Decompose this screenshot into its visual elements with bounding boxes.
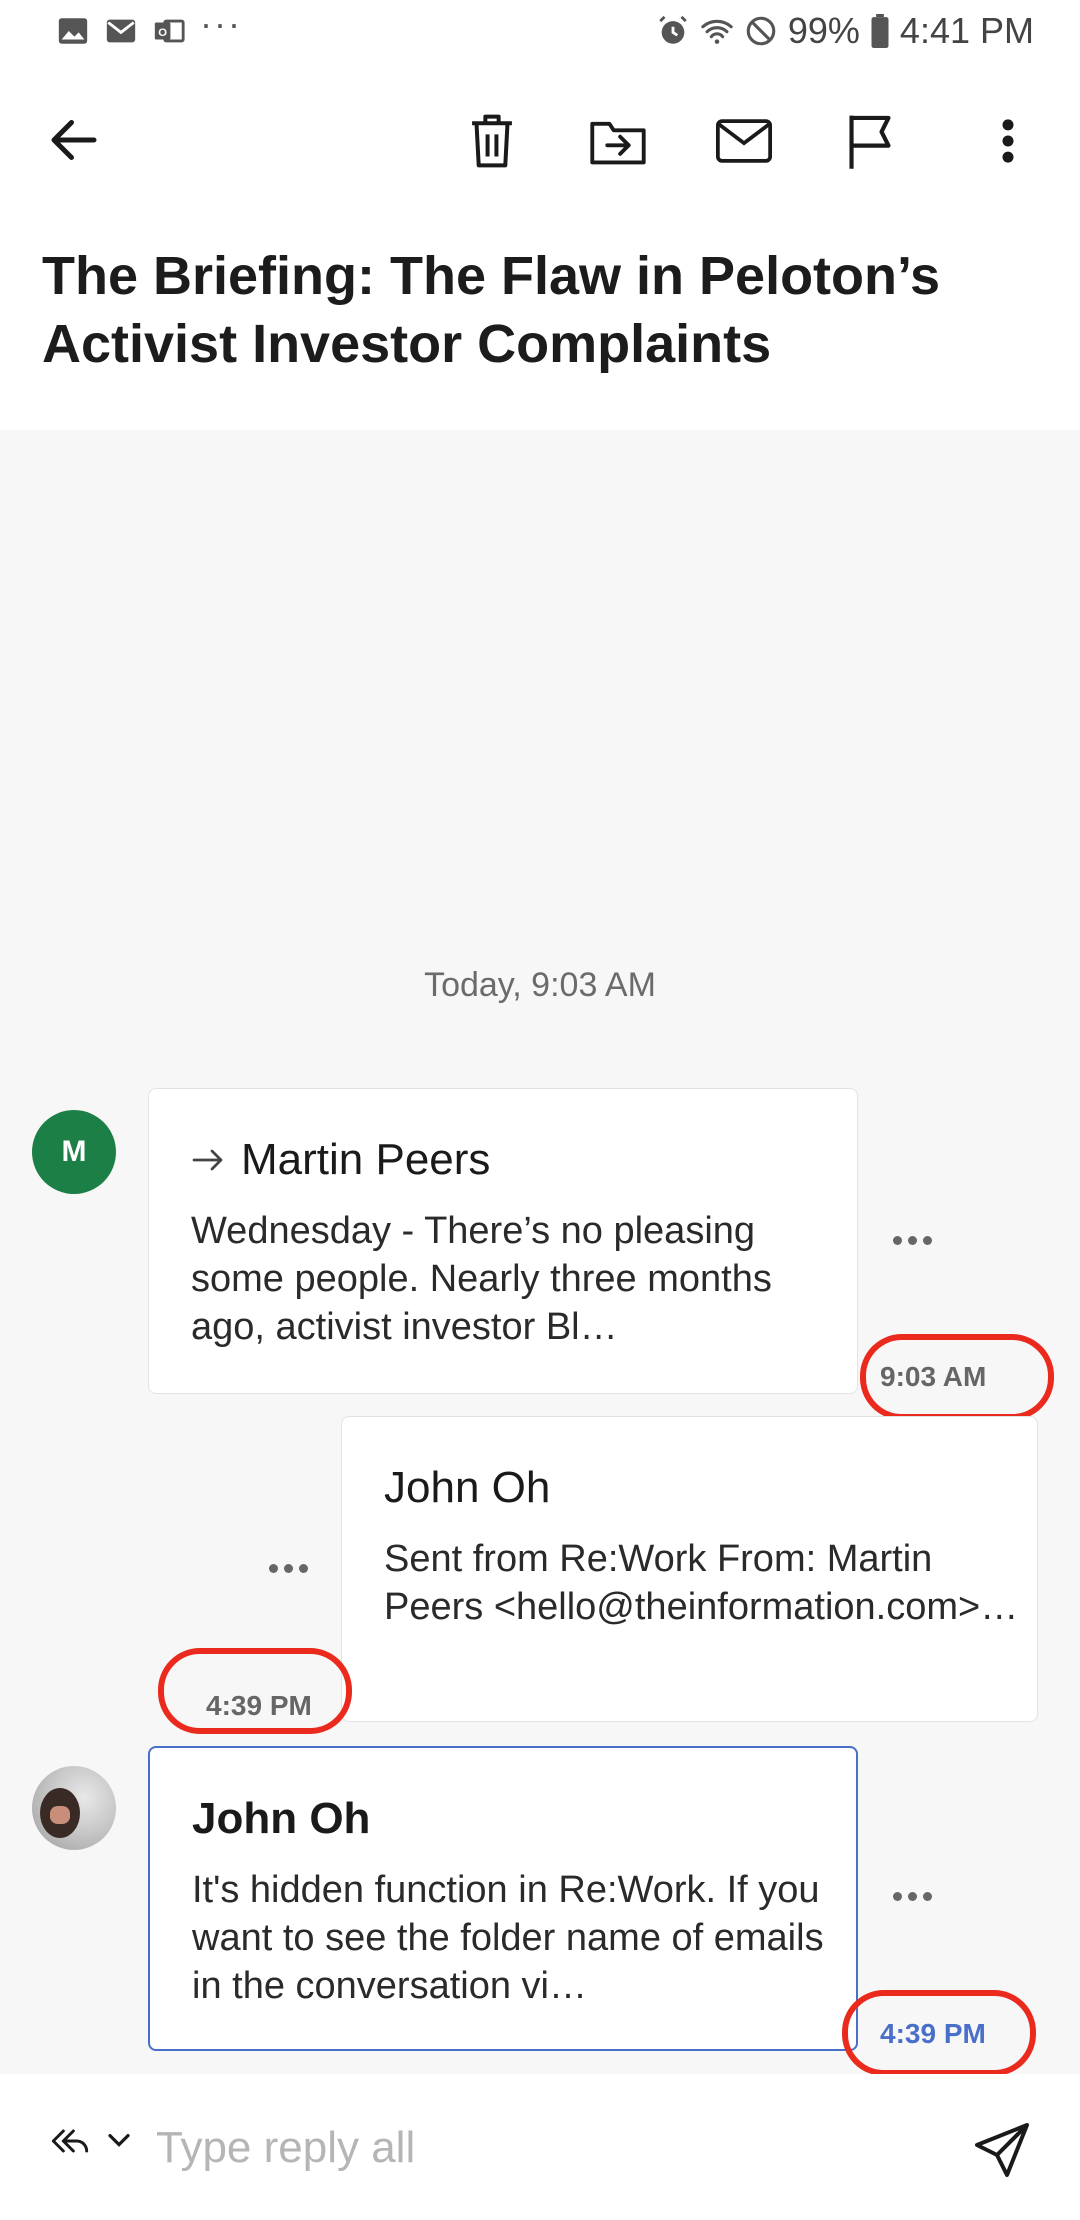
mail-icon bbox=[715, 119, 773, 163]
alarm-icon bbox=[659, 15, 687, 44]
status-bar: O ··· 99% 4:41 PM bbox=[0, 0, 1080, 66]
email-subject: The Briefing: The Flaw in Peloton’s Acti… bbox=[42, 246, 941, 374]
sender-row: Martin Peers bbox=[191, 1135, 490, 1185]
reply-bar bbox=[0, 2074, 1080, 2220]
notification-more: ··· bbox=[200, 3, 242, 44]
avatar[interactable]: M bbox=[32, 1110, 116, 1194]
svg-text:O: O bbox=[158, 27, 167, 39]
sender-name: Martin Peers bbox=[241, 1135, 491, 1184]
reply-input[interactable] bbox=[156, 2118, 936, 2178]
dot bbox=[907, 1235, 917, 1245]
message-time: 4:39 PM bbox=[206, 1690, 312, 1721]
gallery-icon bbox=[58, 18, 88, 44]
battery-percent: 99% bbox=[787, 10, 860, 51]
message-preview: Sent from Re:Work From: Martin Peers <he… bbox=[384, 1538, 1019, 1628]
send-icon[interactable] bbox=[972, 2120, 1032, 2180]
message-preview: It's hidden function in Re:Work. If you … bbox=[192, 1869, 824, 2007]
more-options-button[interactable] bbox=[976, 106, 1040, 176]
avatar-initial: M bbox=[61, 1135, 87, 1168]
chevron-down-icon bbox=[108, 2133, 130, 2147]
move-to-folder-icon bbox=[590, 121, 646, 165]
dot bbox=[892, 1235, 902, 1245]
clock: 4:41 PM bbox=[899, 10, 1034, 51]
reply-all-icon bbox=[51, 2129, 89, 2153]
back-arrow-icon[interactable] bbox=[44, 110, 104, 170]
more-vertical-icon bbox=[1002, 119, 1014, 163]
date-divider: Today, 9:03 AM bbox=[424, 966, 656, 1004]
flag-button[interactable] bbox=[838, 106, 902, 176]
sender-name: John Oh bbox=[384, 1463, 551, 1512]
message-time: 9:03 AM bbox=[880, 1361, 987, 1392]
message-card-selected[interactable]: John Oh It's hidden function in Re:Work.… bbox=[148, 1746, 858, 2051]
dot bbox=[922, 1235, 932, 1245]
message-card[interactable]: John Oh Sent from Re:Work From: Martin P… bbox=[341, 1416, 1038, 1722]
move-to-folder-button[interactable] bbox=[586, 106, 650, 176]
flag-icon bbox=[849, 115, 891, 169]
status-left-icons: O ··· bbox=[56, 3, 242, 48]
sender-row: John Oh bbox=[192, 1794, 370, 1844]
trash-icon bbox=[472, 114, 512, 168]
forward-arrow-icon bbox=[192, 1149, 223, 1171]
dot bbox=[283, 1563, 293, 1573]
message-time: 4:39 PM bbox=[880, 2018, 986, 2049]
message-header: The Briefing: The Flaw in Peloton’s Acti… bbox=[0, 66, 1080, 430]
dot bbox=[922, 1891, 932, 1901]
do-not-disturb-icon bbox=[746, 16, 776, 46]
status-right: 99% 4:41 PM bbox=[656, 10, 1034, 52]
reply-mode-dropdown[interactable] bbox=[50, 2124, 132, 2158]
message-preview: Wednesday - There’s no pleasing some peo… bbox=[191, 1210, 772, 1348]
sender-name: John Oh bbox=[192, 1794, 371, 1843]
message-more-button[interactable] bbox=[882, 1220, 942, 1260]
sender-row: John Oh bbox=[384, 1463, 550, 1513]
outlook-icon: O bbox=[154, 19, 185, 43]
dot bbox=[268, 1563, 278, 1573]
message-more-button[interactable] bbox=[258, 1548, 318, 1588]
dot bbox=[892, 1891, 902, 1901]
dot bbox=[298, 1563, 308, 1573]
wifi-icon bbox=[701, 19, 733, 44]
avatar-photo-detail bbox=[50, 1806, 70, 1824]
message-more-button[interactable] bbox=[882, 1876, 942, 1916]
email-icon bbox=[106, 19, 136, 43]
message-card[interactable]: Martin Peers Wednesday - There’s no plea… bbox=[148, 1088, 858, 1394]
delete-button[interactable] bbox=[460, 106, 524, 176]
battery-icon bbox=[871, 14, 889, 48]
dot bbox=[907, 1891, 917, 1901]
mark-unread-button[interactable] bbox=[712, 106, 776, 176]
avatar[interactable] bbox=[32, 1766, 116, 1850]
